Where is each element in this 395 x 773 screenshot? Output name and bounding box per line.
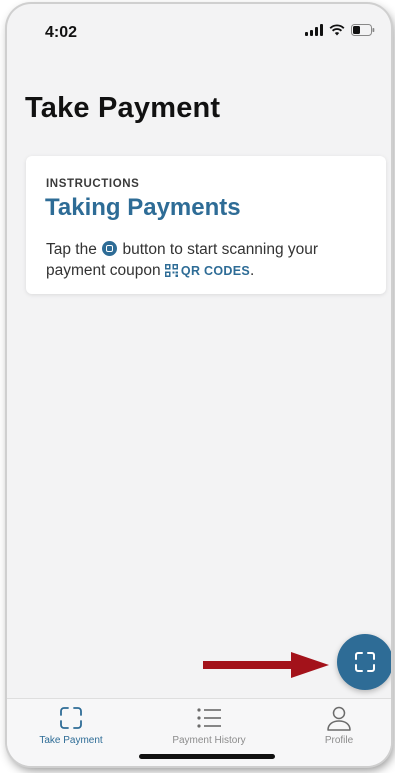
tab-label-payment-history: Payment History xyxy=(172,735,246,746)
instructions-card: INSTRUCTIONS Taking Payments Tap the but… xyxy=(26,156,386,294)
tab-take-payment[interactable]: Take Payment xyxy=(11,705,131,746)
scan-button[interactable] xyxy=(337,634,391,690)
scan-frame-icon xyxy=(355,652,375,672)
status-icons xyxy=(305,24,375,36)
qr-codes-link[interactable]: QR CODES xyxy=(164,264,250,278)
qr-code-icon xyxy=(164,264,178,277)
page-title: Take Payment xyxy=(25,92,221,124)
tab-label-profile: Profile xyxy=(324,735,354,746)
scan-button-icon xyxy=(102,241,118,256)
qr-codes-label: QR CODES xyxy=(180,264,250,278)
battery-icon xyxy=(351,24,375,36)
signal-icon xyxy=(305,24,323,36)
annotation-arrow xyxy=(203,652,329,678)
card-body-text-1: Tap the xyxy=(46,241,97,258)
tab-payment-history[interactable]: Payment History xyxy=(149,705,269,746)
card-body: Tap the button to start scanning your pa… xyxy=(46,239,366,282)
tab-profile[interactable]: Profile xyxy=(279,705,391,746)
card-label: INSTRUCTIONS xyxy=(46,178,140,190)
card-body-end: . xyxy=(250,262,255,279)
home-indicator xyxy=(139,754,275,759)
tab-label-take-payment: Take Payment xyxy=(39,735,103,746)
phone-screen: 4:02 Take Payment INSTRUCTIONS Taking Pa… xyxy=(7,4,391,766)
status-bar: 4:02 xyxy=(7,4,391,48)
person-icon xyxy=(327,706,351,731)
wifi-icon xyxy=(329,24,345,36)
card-heading: Taking Payments xyxy=(45,194,241,221)
list-icon xyxy=(197,708,221,728)
scan-frame-icon xyxy=(60,707,82,729)
status-time: 4:02 xyxy=(45,24,78,41)
screenshot-page: 4:02 Take Payment INSTRUCTIONS Taking Pa… xyxy=(0,0,395,773)
